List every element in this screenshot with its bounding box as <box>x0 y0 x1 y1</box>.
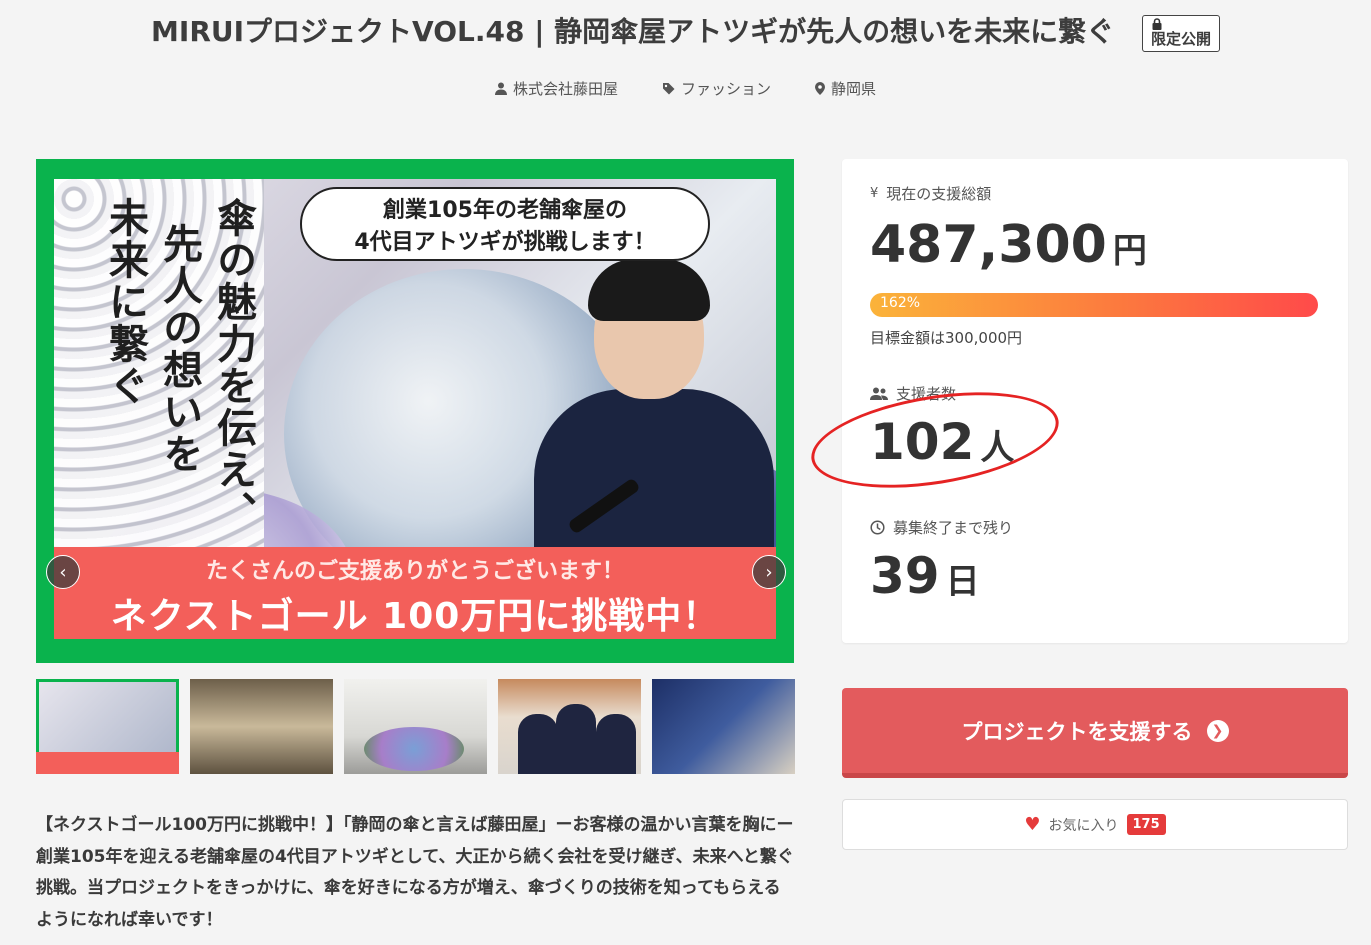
speaker-photo <box>534 259 774 609</box>
carousel-prev-button[interactable]: ‹ <box>46 555 80 589</box>
project-meta: 株式会社藤田屋 ファッション 静岡県 <box>0 78 1371 99</box>
supporters-row: 102 人 <box>870 413 1014 471</box>
hero-vertical-text-2: 先人の想いを <box>156 223 203 475</box>
speech-bubble: 創業105年の老舗傘屋の 4代目アトツギが挑戦します！ <box>300 187 710 261</box>
tag-icon <box>662 83 675 95</box>
remaining-label-row: 募集終了まで残り <box>870 517 1013 538</box>
project-description: 【ネクストゴール100万円に挑戦中！】「静岡の傘と言えば藤田屋」ーお客様の温かい… <box>36 815 794 930</box>
location-name: 静岡県 <box>831 80 877 98</box>
thumbnail-4[interactable] <box>498 679 641 774</box>
arrow-right-icon: ❯ <box>1206 719 1229 742</box>
banner-line-1: たくさんのご支援ありがとうございます！ <box>205 559 624 584</box>
category-name: ファッション <box>680 80 771 98</box>
bubble-line-1: 創業105年の老舗傘屋の <box>383 198 627 223</box>
carousel-next-button[interactable]: › <box>752 555 786 589</box>
hero-vertical-text-1: 傘の魅力を伝え、 <box>210 197 257 533</box>
page-title: MIRUIプロジェクトVOL.48 | 静岡傘屋アトツギが先人の想いを未来に繋ぐ… <box>0 10 1371 52</box>
hero-image-frame: 傘の魅力を伝え、 先人の想いを 未来に繋ぐ 創業105年の老舗傘屋の 4代目アト… <box>36 159 794 663</box>
total-label-row: ¥ 現在の支援総額 <box>870 183 991 204</box>
map-pin-icon <box>815 82 825 95</box>
remaining-label: 募集終了まで残り <box>893 519 1014 537</box>
stats-card: ¥ 現在の支援総額 487,300 円 162% 目標金額は300,000円 支援… <box>842 159 1348 643</box>
remaining-row: 39 日 <box>870 547 980 605</box>
location-link[interactable]: 静岡県 <box>815 78 876 99</box>
total-amount-row: 487,300 円 <box>870 215 1147 275</box>
lock-icon <box>1152 17 1162 30</box>
owner-name: 株式会社藤田屋 <box>512 80 618 98</box>
total-amount: 487,300 <box>870 215 1107 275</box>
thumbnail-2[interactable] <box>190 679 333 774</box>
users-icon <box>870 387 888 400</box>
thumbnail-1[interactable] <box>36 679 179 774</box>
limited-badge-label: 限定公開 <box>1150 29 1211 48</box>
hero-image: 傘の魅力を伝え、 先人の想いを 未来に繋ぐ 創業105年の老舗傘屋の 4代目アト… <box>54 179 776 639</box>
category-link[interactable]: ファッション <box>662 78 771 99</box>
support-project-button[interactable]: プロジェクトを支援する ❯ <box>842 688 1348 778</box>
supporters-unit: 人 <box>980 428 1015 468</box>
yen-icon: ¥ <box>870 186 879 201</box>
limited-badge: 限定公開 <box>1141 14 1220 52</box>
owner-link[interactable]: 株式会社藤田屋 <box>494 78 618 99</box>
supporters-label: 支援者数 <box>896 385 957 403</box>
favorite-label: お気に入り <box>1048 817 1119 834</box>
banner-line-2: ネクストゴール 100万円に挑戦中！ <box>110 596 720 637</box>
next-goal-banner: たくさんのご支援ありがとうございます！ ネクストゴール 100万円に挑戦中！ <box>54 547 776 639</box>
chevron-right-icon: › <box>765 561 773 583</box>
user-icon <box>494 82 507 95</box>
progress-percent: 162% <box>880 295 921 311</box>
heart-icon: ♥ <box>1024 814 1041 835</box>
thumbnail-3[interactable] <box>344 679 487 774</box>
supporters-count: 102 <box>870 413 975 471</box>
total-unit: 円 <box>1112 231 1147 271</box>
thumbnail-strip <box>36 679 795 774</box>
favorite-button[interactable]: ♥ お気に入り 175 <box>842 799 1348 850</box>
project-title: MIRUIプロジェクトVOL.48 | 静岡傘屋アトツギが先人の想いを未来に繋ぐ <box>151 15 1115 48</box>
favorite-count: 175 <box>1126 814 1166 835</box>
thumbnail-5[interactable] <box>652 679 795 774</box>
support-button-label: プロジェクトを支援する <box>961 719 1193 744</box>
chevron-left-icon: ‹ <box>59 561 67 583</box>
clock-icon <box>870 520 885 535</box>
hero-vertical-text-3: 未来に繋ぐ <box>102 197 149 407</box>
remaining-unit: 日 <box>945 562 980 602</box>
total-label: 現在の支援総額 <box>886 185 992 203</box>
supporters-label-row: 支援者数 <box>870 383 956 404</box>
progress-bar: 162% <box>870 293 1318 317</box>
remaining-days: 39 <box>870 547 940 605</box>
bubble-line-2: 4代目アトツギが挑戦します！ <box>354 230 656 255</box>
goal-text: 目標金額は300,000円 <box>870 329 1023 347</box>
